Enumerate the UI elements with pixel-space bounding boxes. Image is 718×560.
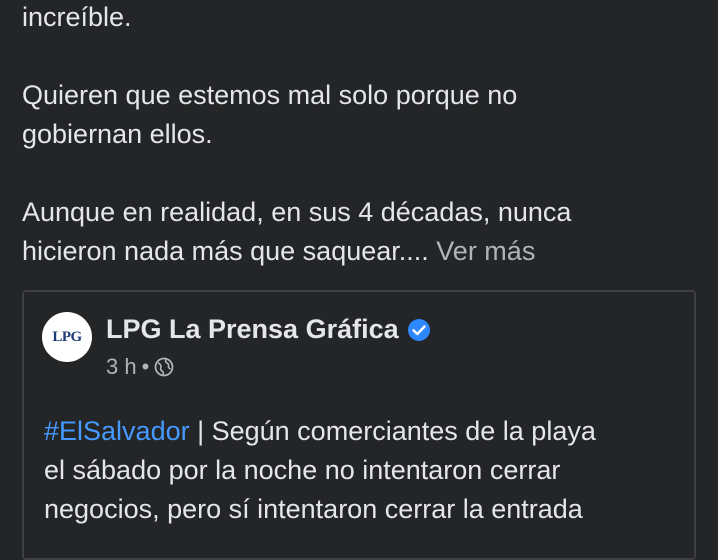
post-text-line: Aunque en realidad, en sus 4 décadas, nu… bbox=[22, 197, 572, 227]
shared-post-text: #ElSalvador | Según comerciantes de la p… bbox=[44, 412, 684, 529]
see-more-link[interactable]: Ver más bbox=[436, 236, 535, 266]
post-text-line: hicieron nada más que saquear.... bbox=[22, 236, 437, 266]
shared-text-line: negocios, pero sí intentaron cerrar la e… bbox=[44, 494, 583, 524]
globe-icon[interactable] bbox=[154, 357, 174, 377]
shared-post-card[interactable]: LPG LPG La Prensa Gráfica 3 h • #ElSalva… bbox=[22, 290, 696, 560]
post-text-line: Quieren que estemos mal solo porque no bbox=[22, 80, 518, 110]
verified-badge-icon bbox=[407, 318, 431, 342]
post-text-last-line: hicieron nada más que saquear.... Ver má… bbox=[22, 232, 702, 271]
post-text-line: gobiernan ellos. bbox=[22, 119, 213, 149]
hashtag-link[interactable]: #ElSalvador bbox=[44, 416, 190, 446]
post-text-line: increíble. bbox=[22, 2, 132, 32]
post-timestamp[interactable]: 3 h bbox=[106, 354, 137, 380]
shared-text-fragment: | Según comerciantes de la playa bbox=[189, 416, 596, 446]
meta-separator: • bbox=[141, 354, 150, 379]
shared-text-line: #ElSalvador | Según comerciantes de la p… bbox=[44, 412, 684, 451]
post-text: increíble. Quieren que estemos mal solo … bbox=[22, 0, 702, 271]
avatar-logo-text: LPG bbox=[52, 328, 82, 345]
page-name-link[interactable]: LPG La Prensa Gráfica bbox=[106, 314, 399, 345]
page-avatar[interactable]: LPG bbox=[42, 312, 92, 362]
post-meta: 3 h • bbox=[106, 354, 174, 380]
shared-text-line: el sábado por la noche no intentaron cer… bbox=[44, 455, 561, 485]
page-header: LPG La Prensa Gráfica bbox=[106, 314, 431, 345]
